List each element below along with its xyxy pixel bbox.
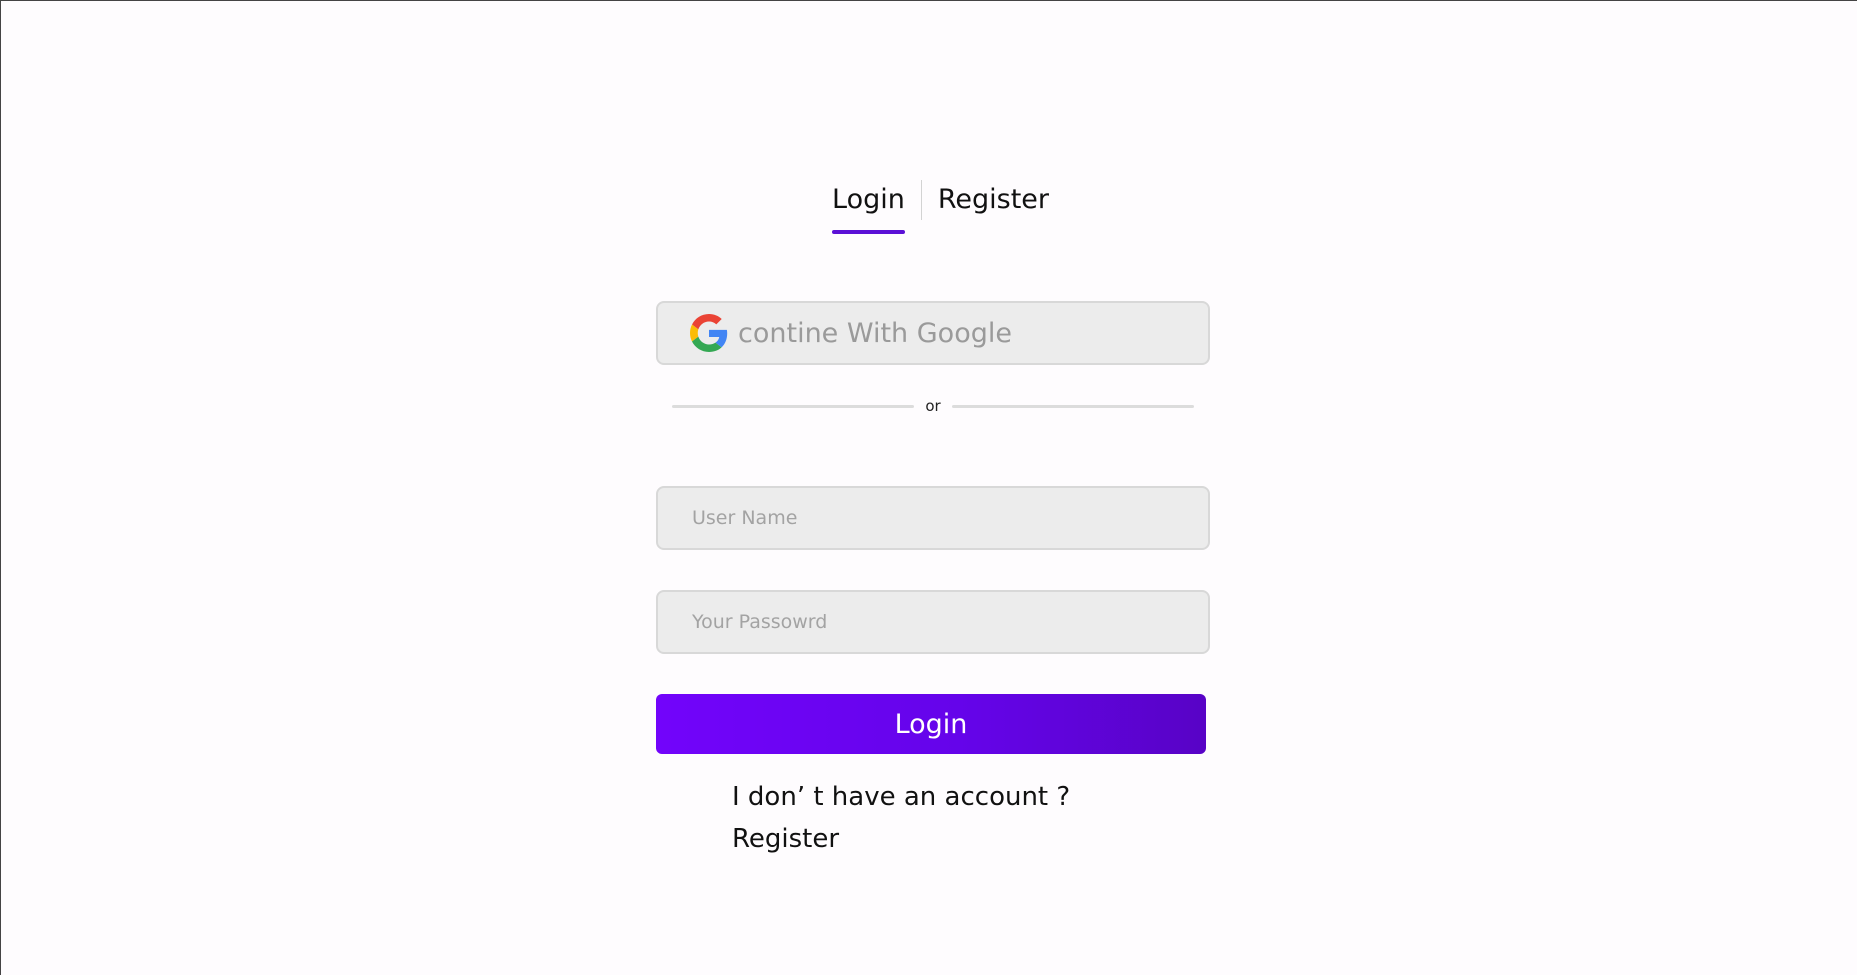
login-button[interactable]: Login	[656, 694, 1206, 754]
username-input[interactable]	[656, 486, 1210, 550]
or-divider: or	[672, 392, 1195, 420]
tab-login[interactable]: Login	[832, 176, 921, 234]
continue-with-google-button[interactable]: contine With Google	[656, 301, 1210, 365]
register-link[interactable]: Register	[732, 818, 839, 860]
password-input[interactable]	[656, 590, 1210, 654]
auth-tabs: Login Register	[832, 176, 1049, 234]
google-button-label: contine With Google	[738, 317, 1012, 349]
no-account-text: I don’ t have an account ?	[732, 782, 1071, 812]
google-icon	[690, 314, 728, 352]
divider-line-right	[951, 404, 1195, 408]
tab-register[interactable]: Register	[922, 176, 1049, 224]
divider-line-left	[672, 404, 915, 408]
divider-text: or	[925, 397, 941, 415]
